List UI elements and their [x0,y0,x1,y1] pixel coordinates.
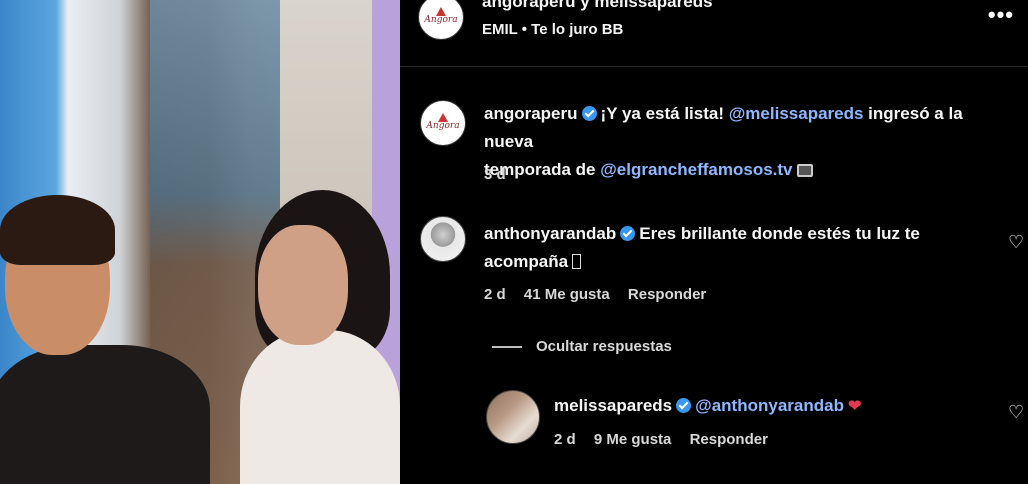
avatar-logo-text: Angora [424,15,458,25]
hide-replies-label[interactable]: Ocultar respuestas [536,338,672,355]
caption-avatar[interactable]: Angora [420,100,466,146]
comment-meta: 2 d 41 Me gusta Responder [484,286,720,303]
comment-username[interactable]: anthonyarandab [484,224,616,243]
comment-likes[interactable]: 41 Me gusta [524,286,610,303]
comment-time: 2 d [484,286,506,303]
mention-anthonyarandab[interactable]: @anthonyarandab [695,396,844,415]
verified-badge-icon [620,226,636,241]
caption-meta: 3 d [484,166,520,183]
post-authors[interactable]: angoraperu y melissapareds [482,0,713,12]
person-right-body [240,330,400,484]
reply-button[interactable]: Responder [628,286,706,303]
comments-panel: Angora angoraperu y melissapareds EMIL •… [400,0,1028,484]
person-right-face [258,225,348,345]
caption-text-start: ¡Y ya está lista! [600,104,729,123]
reply-time: 2 d [554,431,576,448]
reply-likes[interactable]: 9 Me gusta [594,431,672,448]
reply-text: melissapareds @anthonyarandab ❤ [554,392,974,421]
comment-text: anthonyarandab Eres brillante donde estés… [484,220,984,276]
more-options-icon[interactable]: ••• [988,2,1014,28]
reply-meta: 2 d 9 Me gusta Responder [554,431,782,448]
caption-time: 3 d [484,166,506,183]
broken-heart-emoji-icon: ❤ [847,398,862,415]
comment-text-line2: acompaña [484,252,569,271]
comment-text-line1: Eres brillante donde estés tu luz te [639,224,920,243]
verified-badge-icon [581,106,597,121]
caption-text: angoraperu ¡Y ya está lista! @melissapare… [484,100,1004,184]
post-header: Angora angoraperu y melissapareds EMIL •… [400,0,1028,67]
caption-username[interactable]: angoraperu [484,104,578,123]
mention-elgrancheffamosos[interactable]: @elgrancheffamosos.tv [600,160,792,179]
hide-replies-toggle[interactable]: Ocultar respuestas [492,338,686,355]
post-media[interactable] [0,0,400,484]
reply-avatar[interactable] [486,390,540,444]
tv-icon [796,164,813,177]
avatar-logo-text: Angora [426,121,460,131]
person-left-body [0,345,210,484]
comment-avatar[interactable] [420,216,466,262]
reply-reply-button[interactable]: Responder [690,431,768,448]
verified-badge-icon [676,398,692,413]
person-left-hair [0,195,115,265]
header-avatar[interactable]: Angora [418,0,464,40]
replies-line [492,346,522,349]
audio-track[interactable]: EMIL • Te lo juro BB [482,21,623,38]
mention-melissapareds[interactable]: @melissapareds [729,104,864,123]
like-heart-icon[interactable]: ♡ [1008,403,1024,421]
emoji-placeholder-icon [572,254,582,269]
like-heart-icon[interactable]: ♡ [1008,233,1024,251]
reply-username[interactable]: melissapareds [554,396,672,415]
